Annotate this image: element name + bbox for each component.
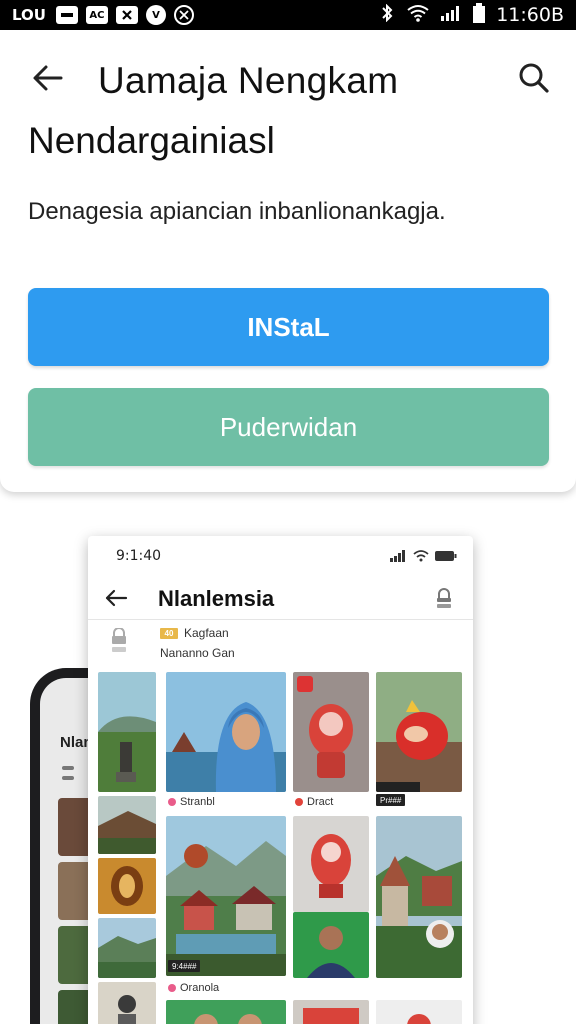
signal-icon bbox=[440, 5, 462, 25]
time-tag: Pr### bbox=[376, 794, 406, 806]
thumbnail-woman-hijab[interactable] bbox=[166, 672, 286, 792]
thumbnail-village[interactable] bbox=[98, 796, 156, 854]
app-title-line-1: Uamaja Nengkam bbox=[98, 60, 399, 101]
caption-oranola: Oranola bbox=[168, 982, 219, 994]
preview-status-bar: 9:1:40 bbox=[88, 536, 473, 576]
back-arrow-icon bbox=[105, 589, 128, 607]
search-button[interactable] bbox=[514, 58, 554, 98]
thumbnail-temple[interactable] bbox=[376, 816, 462, 978]
app-screenshot-preview: 9:1:40 Nlanlemsia 40 Kagfaan Nananno Gan bbox=[88, 536, 473, 1024]
caption-stranbl: Stranbl bbox=[168, 796, 215, 808]
preview-subtitle: Kagfaan bbox=[184, 626, 229, 640]
thumbnail-red-box[interactable] bbox=[293, 1000, 369, 1024]
thumbnail-monument[interactable] bbox=[98, 672, 156, 792]
status-time: 11:60B bbox=[496, 4, 564, 26]
user-icon bbox=[437, 588, 451, 608]
thumbnail-people[interactable] bbox=[166, 1000, 286, 1024]
preview-subtitle-2: Nananno Gan bbox=[160, 646, 235, 660]
x-notification-icon bbox=[115, 6, 138, 24]
install-button[interactable]: INStaL bbox=[28, 288, 549, 366]
thumbnail-plush-character[interactable] bbox=[376, 672, 462, 792]
sim-icon bbox=[55, 6, 78, 24]
app-notification-icon: AC bbox=[85, 6, 108, 24]
search-icon bbox=[519, 63, 549, 93]
preview-header: Nlanlemsia bbox=[88, 580, 473, 620]
thumbnail-figure[interactable] bbox=[98, 982, 156, 1024]
thumbnail-cartoon[interactable] bbox=[376, 1000, 462, 1024]
caption-dract: Dract bbox=[295, 796, 333, 808]
red-dot-icon bbox=[295, 798, 303, 806]
caption-text: Dract bbox=[307, 796, 334, 808]
preview-user-button[interactable] bbox=[431, 586, 457, 612]
thumbnail-traditional-houses[interactable] bbox=[166, 816, 286, 976]
app-description: Denagesia apiancian inbanlionankagja. bbox=[28, 198, 446, 225]
wifi-icon bbox=[406, 4, 430, 26]
back-button[interactable] bbox=[28, 58, 68, 98]
divider bbox=[62, 776, 74, 780]
secondary-action-button[interactable]: Puderwidan bbox=[28, 388, 549, 466]
bluetooth-mute-icon bbox=[378, 3, 396, 26]
category-badge: 40 bbox=[160, 628, 178, 639]
app-title-line-2: Nendargainiasl bbox=[28, 120, 275, 161]
caption-text: Stranbl bbox=[180, 796, 215, 808]
signal-icon bbox=[390, 550, 405, 562]
preview-time: 9:1:40 bbox=[116, 548, 162, 564]
carrier-label: LOU bbox=[12, 6, 46, 24]
wifi-icon bbox=[413, 550, 429, 562]
preview-title: Nlanlemsia bbox=[158, 586, 275, 611]
lock-icon bbox=[110, 627, 128, 654]
thumbnail-red-character[interactable] bbox=[293, 672, 369, 792]
pink-dot-icon bbox=[168, 984, 176, 992]
twitter-notification-icon bbox=[173, 5, 194, 25]
battery-icon bbox=[472, 3, 486, 27]
back-arrow-icon bbox=[33, 65, 63, 91]
status-bar: LOU AC V 11:60B bbox=[0, 0, 576, 30]
battery-icon bbox=[435, 551, 457, 561]
preview-back-button[interactable] bbox=[102, 584, 130, 612]
divider bbox=[62, 766, 74, 770]
thumbnail-man-portrait[interactable] bbox=[293, 912, 369, 978]
time-tag-2: 9:4### bbox=[168, 960, 201, 972]
v-notification-icon: V bbox=[145, 5, 166, 25]
thumbnail-lake[interactable] bbox=[98, 918, 156, 978]
thumbnail-red-toy[interactable] bbox=[293, 816, 369, 912]
caption-text: Oranola bbox=[180, 982, 220, 994]
thumbnail-craft[interactable] bbox=[98, 858, 156, 914]
pink-dot-icon bbox=[168, 798, 176, 806]
